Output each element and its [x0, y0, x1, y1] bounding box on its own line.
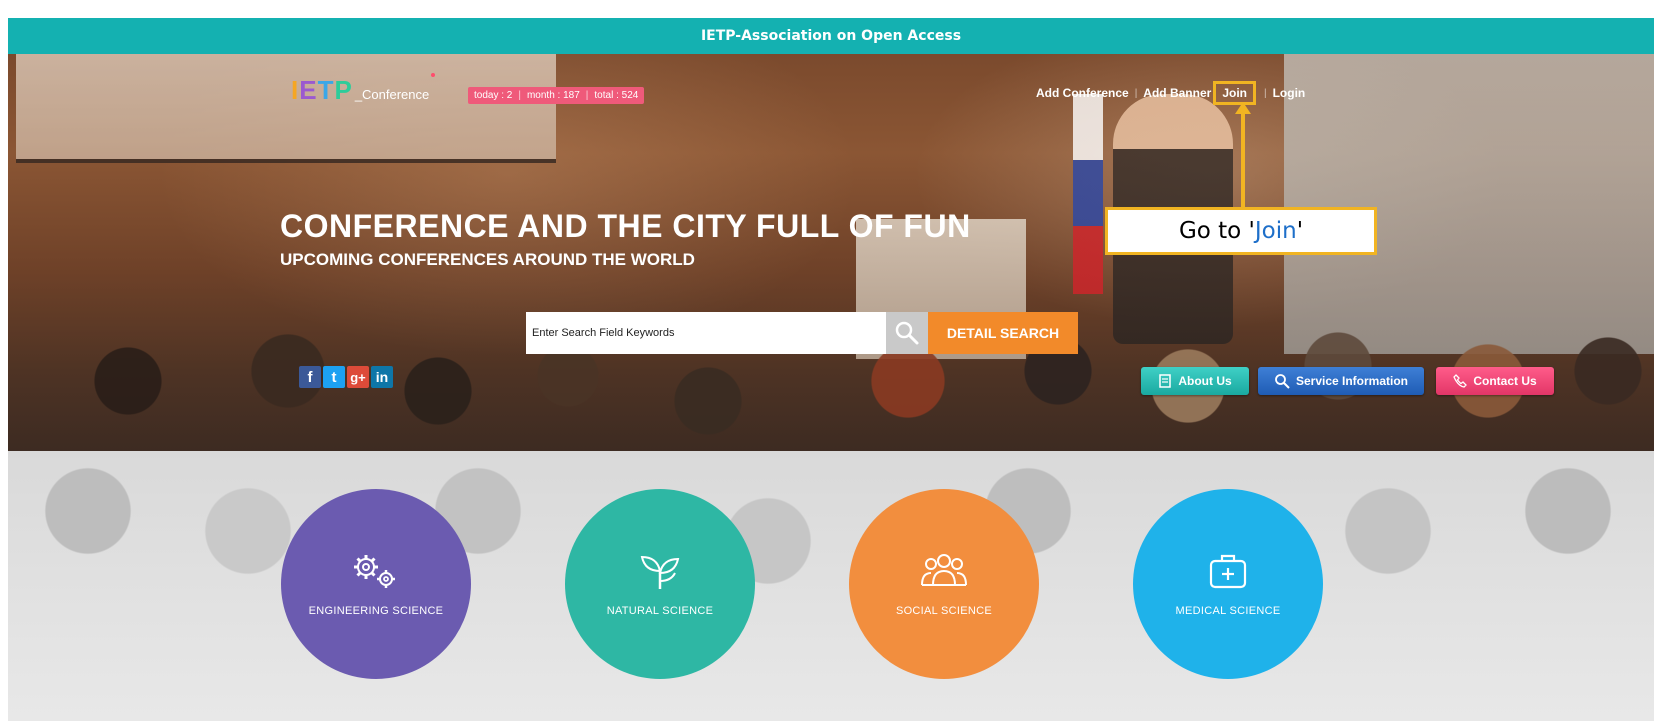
- callout-prefix: Go to ': [1178, 218, 1255, 244]
- stats-separator: |: [518, 90, 521, 101]
- category-label: ENGINEERING SCIENCE: [308, 605, 444, 617]
- nav-separator: |: [1263, 87, 1267, 99]
- site-logo[interactable]: IETP _Conference: [291, 73, 436, 105]
- search-icon: [895, 321, 919, 345]
- leaf-icon: [640, 555, 680, 589]
- category-label: MEDICAL SCIENCE: [1175, 605, 1281, 617]
- stats-today: today : 2: [474, 90, 513, 101]
- social-links: f t g+ in: [299, 366, 393, 388]
- linkedin-icon[interactable]: in: [371, 366, 393, 388]
- stats-separator: |: [585, 90, 589, 101]
- twitter-icon[interactable]: t: [323, 366, 345, 388]
- contact-us-button[interactable]: Contact Us: [1436, 367, 1554, 395]
- top-banner-title: IETP-Association on Open Access: [700, 28, 962, 44]
- category-social-science[interactable]: SOCIAL SCIENCE: [849, 489, 1039, 679]
- about-us-button[interactable]: About Us: [1141, 367, 1249, 395]
- people-icon: [921, 554, 967, 586]
- about-us-label: About Us: [1178, 374, 1232, 388]
- category-engineering-science[interactable]: ENGINEERING SCIENCE: [281, 489, 471, 679]
- logo-suffix: _Conference: [354, 87, 430, 102]
- page-frame: IETP-Association on Open Access IETP _Co…: [8, 18, 1654, 721]
- hero-bg-screen: [16, 54, 556, 163]
- hero-section: IETP _Conference today : 2 | month : 187…: [8, 54, 1654, 451]
- contact-us-label: Contact Us: [1473, 374, 1537, 388]
- nav-add-banner[interactable]: Add Banner: [1143, 86, 1211, 100]
- category-natural-science[interactable]: NATURAL SCIENCE: [565, 489, 755, 679]
- search-bar: DETAIL SEARCH: [526, 312, 1078, 354]
- category-medical-science[interactable]: MEDICAL SCIENCE: [1133, 489, 1323, 679]
- top-banner: IETP-Association on Open Access: [8, 18, 1654, 54]
- hero-subheadline: UPCOMING CONFERENCES AROUND THE WORLD: [280, 250, 695, 269]
- service-information-label: Service Information: [1295, 374, 1409, 388]
- logo-mark: IETP: [291, 75, 353, 105]
- nav-add-conference[interactable]: Add Conference: [1036, 86, 1129, 100]
- search-input[interactable]: [526, 312, 886, 354]
- category-label: SOCIAL SCIENCE: [895, 605, 993, 617]
- gears-icon: [354, 555, 395, 588]
- magnifier-icon: [1275, 374, 1290, 389]
- phone-icon: [1453, 374, 1468, 388]
- google-plus-icon[interactable]: g+: [347, 366, 369, 388]
- document-icon: [1159, 374, 1172, 388]
- service-information-button[interactable]: Service Information: [1258, 367, 1424, 395]
- visitor-stats-badge: today : 2 | month : 187 | total : 524: [468, 87, 645, 104]
- nav-separator: |: [1134, 87, 1138, 99]
- search-button[interactable]: [886, 312, 928, 354]
- medkit-icon: [1209, 554, 1247, 589]
- detail-search-button[interactable]: DETAIL SEARCH: [928, 312, 1078, 354]
- categories-section: ENGINEERING SCIENCE NATURAL SCIENCE SOCI…: [8, 451, 1654, 721]
- nav-login[interactable]: Login: [1273, 86, 1306, 100]
- stats-total: total : 524: [594, 90, 639, 101]
- callout-highlight: Join: [1254, 218, 1297, 244]
- callout-suffix: ': [1296, 218, 1304, 244]
- category-label: NATURAL SCIENCE: [606, 605, 714, 617]
- annotation-callout: Go to ' Join ': [1105, 207, 1377, 255]
- facebook-icon[interactable]: f: [299, 366, 321, 388]
- hero-headline: CONFERENCE AND THE CITY FULL OF FUN: [280, 208, 971, 244]
- stats-month: month : 187: [526, 90, 580, 101]
- top-nav: Add Conference | Add Banner Join | Login: [1036, 81, 1305, 105]
